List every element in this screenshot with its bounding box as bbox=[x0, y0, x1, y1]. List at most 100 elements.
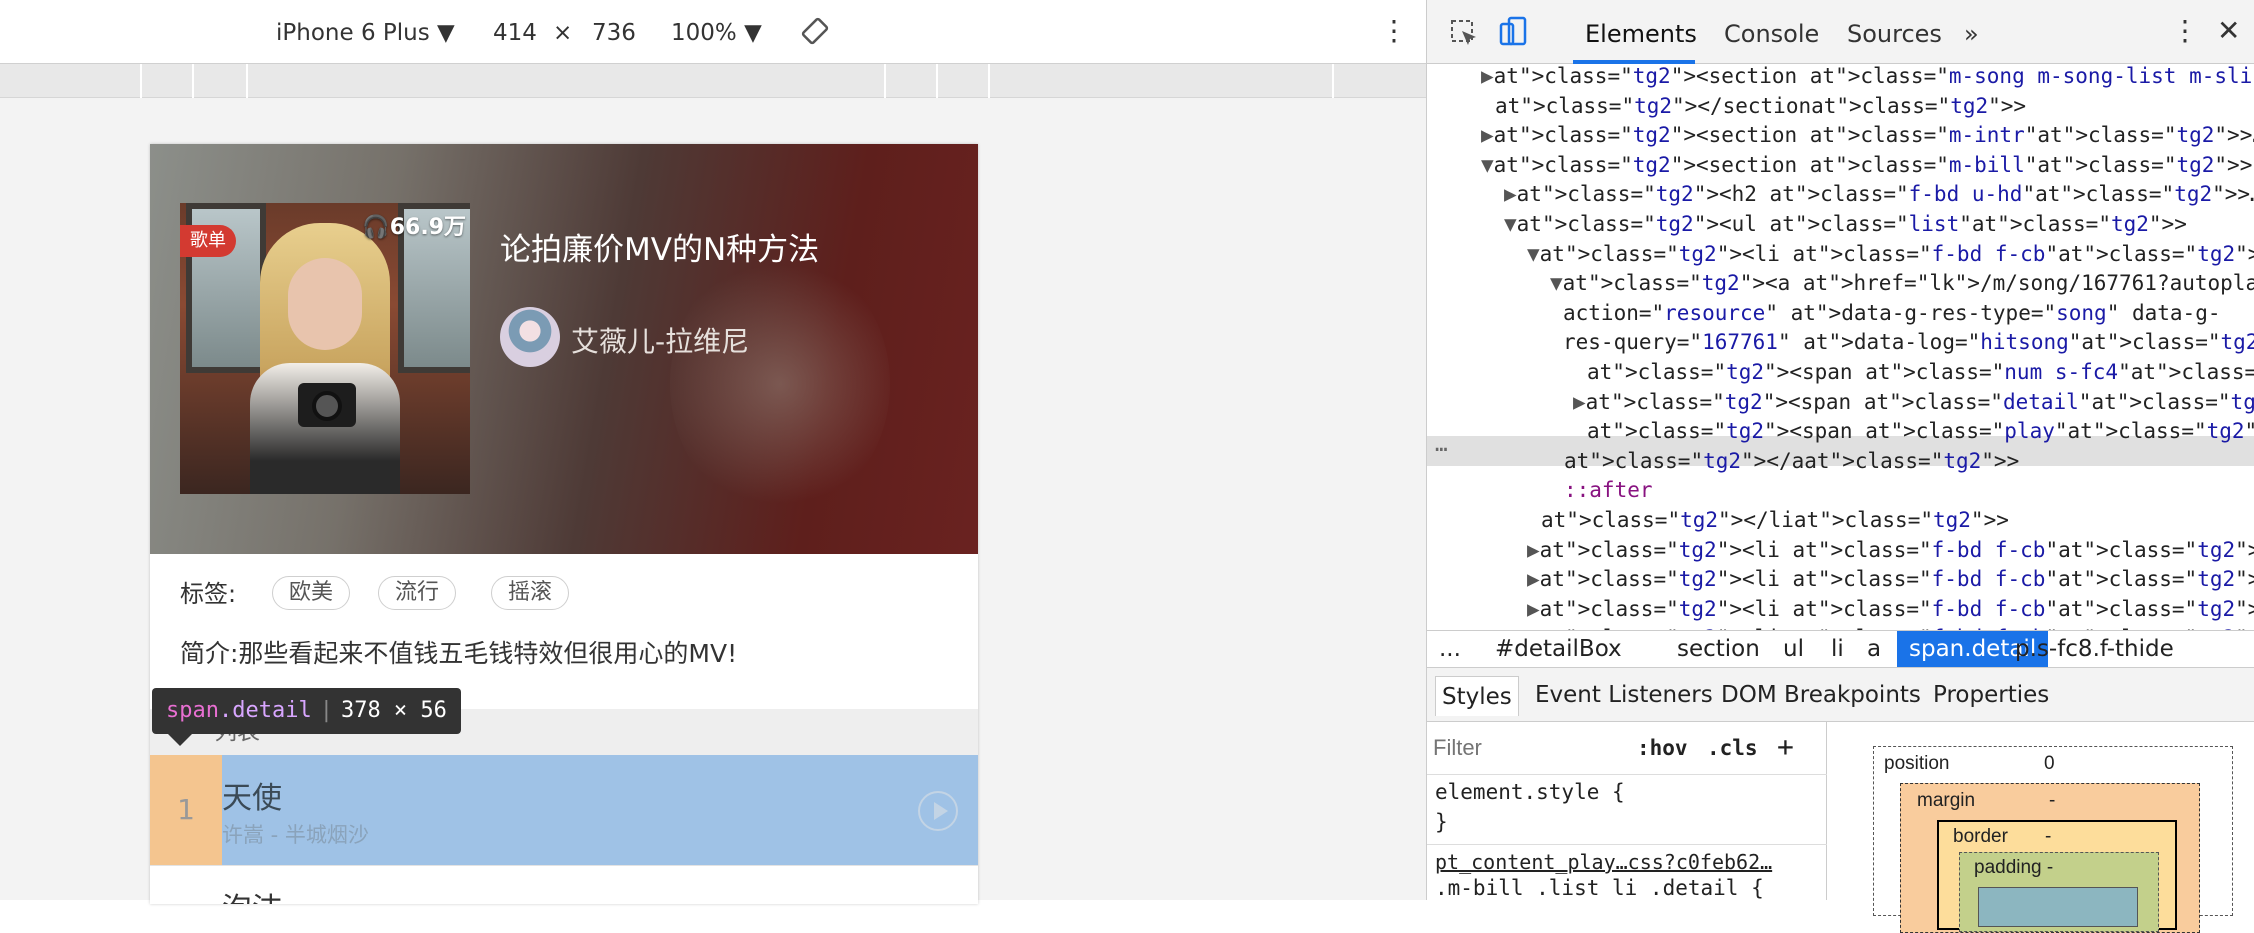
dom-node[interactable]: ▼at">class="tg2"><li at">class="f-bd f-c… bbox=[1527, 240, 2254, 270]
box-margin-label: margin bbox=[1917, 790, 1976, 811]
tooltip-size: 378 × 56 bbox=[340, 698, 447, 723]
breadcrumb-item[interactable]: a bbox=[1867, 631, 1881, 667]
play-count-value: 66.9万 bbox=[389, 215, 466, 240]
dom-node[interactable]: ▶at">class="tg2"><span at">class="detail… bbox=[1573, 388, 2254, 418]
dom-node[interactable]: res-query="167761" at">data-log="hitsong… bbox=[1563, 328, 2254, 358]
artist-avatar[interactable] bbox=[500, 307, 560, 367]
devtools-menu-icon[interactable]: ⋮ bbox=[2171, 14, 2199, 47]
expand-toggle-icon[interactable]: ▶ bbox=[1573, 390, 1586, 414]
song-row[interactable]: 泡沫 bbox=[150, 865, 978, 904]
height-field[interactable]: 736 bbox=[592, 20, 636, 46]
emulated-page: 歌单 🎧66.9万 论拍廉价MV的N种方法 艾薇儿-拉维尼 标签: 欧美 流行 … bbox=[150, 144, 978, 904]
zoom-select[interactable]: 100% ▼ bbox=[671, 20, 762, 46]
tooltip-separator: | bbox=[319, 698, 333, 723]
zoom-value: 100% bbox=[671, 20, 737, 46]
cls-toggle[interactable]: .cls bbox=[1707, 736, 1758, 760]
dom-node[interactable]: at">class="tg2"></aat">class="tg2">> bbox=[1564, 447, 2019, 477]
tag-chip[interactable]: 摇滚 bbox=[491, 576, 570, 610]
expand-toggle-icon[interactable]: ▶ bbox=[1527, 567, 1540, 591]
dom-tree: … ▶at">class="tg2"><section at">class="m… bbox=[1427, 64, 2254, 630]
song-artist-album: 许嵩 - 半城烟沙 bbox=[222, 823, 369, 847]
dom-node[interactable]: ▼at">class="tg2"><ul at">class="list"at"… bbox=[1504, 210, 2187, 240]
breadcrumb-more[interactable]: ... bbox=[1439, 631, 1461, 667]
expand-toggle-icon[interactable]: ▶ bbox=[1481, 123, 1494, 147]
devtools-toolbar: Elements Console Sources » ⋮ ✕ bbox=[1427, 0, 2254, 64]
dom-node[interactable]: at">class="tg2"></liat">class="tg2">> bbox=[1541, 506, 2009, 536]
expand-toggle-icon[interactable]: ▶ bbox=[1527, 597, 1540, 621]
dom-node[interactable]: ▶at">class="tg2"><li at">class="f-bd f-c… bbox=[1527, 595, 2254, 625]
tab-sources[interactable]: Sources bbox=[1847, 20, 1942, 48]
ellipsis-icon[interactable]: … bbox=[1435, 430, 1448, 460]
ruler-segment[interactable] bbox=[884, 64, 886, 98]
ruler-segment[interactable] bbox=[936, 64, 938, 98]
breadcrumb-item[interactable]: section bbox=[1677, 631, 1760, 667]
expand-toggle-icon[interactable]: ▼ bbox=[1550, 271, 1563, 295]
ruler-segment[interactable] bbox=[192, 64, 194, 98]
hov-toggle[interactable]: :hov bbox=[1637, 736, 1688, 760]
dom-node[interactable]: at">class="tg2"><span at">class="num s-f… bbox=[1587, 358, 2254, 388]
dom-node[interactable]: ▶at">class="tg2"><section at">class="m-i… bbox=[1481, 121, 2254, 151]
ruler-segment[interactable] bbox=[246, 64, 248, 98]
box-margin: margin - border - padding - bbox=[1900, 783, 2200, 933]
playlist-description: 简介:那些看起来不值钱五毛钱特效但很用心的MV! bbox=[180, 639, 738, 668]
stylesheet-link[interactable]: pt_content_play…css?c0feb62… bbox=[1435, 850, 1772, 874]
tab-styles[interactable]: Styles bbox=[1435, 676, 1519, 716]
breadcrumb-item[interactable]: li bbox=[1831, 631, 1844, 667]
expand-toggle-icon[interactable]: ▶ bbox=[1527, 538, 1540, 562]
dom-node[interactable]: ▶at">class="tg2"><h2 at">class="f-bd u-h… bbox=[1504, 180, 2254, 210]
dom-node[interactable]: ▼at">class="tg2"><a at">href="lk">/m/son… bbox=[1550, 269, 2254, 299]
breadcrumb-item[interactable]: p.s-fc8.f-thide bbox=[2015, 631, 2174, 667]
rotate-icon[interactable] bbox=[800, 16, 830, 52]
tab-dom-breakpoints[interactable]: DOM Breakpoints bbox=[1721, 682, 1921, 708]
device-more-icon[interactable]: ⋮ bbox=[1380, 14, 1408, 47]
tab-elements[interactable]: Elements bbox=[1585, 20, 1697, 48]
dom-node[interactable]: at">class="tg2"></sectionat">class="tg2"… bbox=[1495, 92, 2026, 122]
box-model: position 0 margin - border - padding - bbox=[1827, 722, 2254, 933]
media-query-ruler[interactable] bbox=[0, 64, 1426, 98]
playlist-cover[interactable]: 歌单 🎧66.9万 bbox=[180, 203, 470, 494]
expand-toggle-icon[interactable]: ▼ bbox=[1481, 153, 1494, 177]
devtools-panel: Elements Console Sources » ⋮ ✕ … ▶at">cl… bbox=[1426, 0, 2254, 933]
play-icon[interactable] bbox=[918, 791, 958, 831]
ruler-segment[interactable] bbox=[140, 64, 142, 98]
tab-console[interactable]: Console bbox=[1724, 20, 1819, 48]
box-padding: padding - bbox=[1959, 852, 2159, 932]
headphones-icon: 🎧 bbox=[362, 215, 390, 240]
css-rule-selector[interactable]: .m-bill .list li .detail { bbox=[1435, 876, 1764, 900]
box-position-value: 0 bbox=[2044, 753, 2055, 774]
tab-properties[interactable]: Properties bbox=[1933, 682, 2049, 708]
dom-node[interactable]: ▶at">class="tg2"><li at">class="f-bd f-c… bbox=[1527, 565, 2254, 595]
device-toggle-icon[interactable] bbox=[1499, 16, 1529, 54]
expand-toggle-icon[interactable]: ▶ bbox=[1504, 182, 1517, 206]
new-rule-icon[interactable]: + bbox=[1777, 730, 1794, 763]
element-style-selector[interactable]: element.style { bbox=[1435, 780, 1625, 804]
dom-node[interactable]: ::after bbox=[1564, 476, 1653, 506]
dom-node[interactable]: ▶at">class="tg2"><li at">class="f-bd f-c… bbox=[1527, 536, 2254, 566]
box-border-label: border bbox=[1953, 826, 2008, 847]
close-devtools-icon[interactable]: ✕ bbox=[2217, 14, 2240, 47]
expand-toggle-icon[interactable]: ▼ bbox=[1504, 212, 1517, 236]
dom-node[interactable]: ▶at">class="tg2"><section at">class="m-s… bbox=[1481, 64, 2254, 92]
element-style-close: } bbox=[1435, 810, 1448, 834]
inspect-element-icon[interactable] bbox=[1449, 18, 1479, 54]
song-row-highlighted[interactable]: 1 天使 许嵩 - 半城烟沙 bbox=[150, 755, 978, 865]
expand-toggle-icon[interactable]: ▶ bbox=[1481, 64, 1494, 88]
styles-filter-input[interactable] bbox=[1433, 730, 1603, 766]
artist-name[interactable]: 艾薇儿-拉维尼 bbox=[571, 320, 749, 360]
breadcrumb-item[interactable]: #detailBox bbox=[1495, 631, 1622, 667]
more-tabs-icon[interactable]: » bbox=[1964, 20, 1979, 48]
styles-pane: :hov .cls + element.style { } pt_content… bbox=[1427, 722, 1827, 900]
dom-node[interactable]: at">class="tg2"><span at">class="play"at… bbox=[1587, 417, 2254, 447]
dom-node[interactable]: ▼at">class="tg2"><section at">class="m-b… bbox=[1481, 151, 2252, 181]
tag-chip[interactable]: 欧美 bbox=[272, 576, 351, 610]
tag-chip[interactable]: 流行 bbox=[378, 576, 457, 610]
width-field[interactable]: 414 bbox=[493, 20, 537, 46]
ruler-segment[interactable] bbox=[1332, 64, 1334, 98]
tab-event-listeners[interactable]: Event Listeners bbox=[1535, 682, 1713, 708]
breadcrumb-item[interactable]: ul bbox=[1783, 631, 1804, 667]
ruler-segment[interactable] bbox=[988, 64, 990, 98]
song-name: 天使 bbox=[222, 781, 282, 816]
expand-toggle-icon[interactable]: ▼ bbox=[1527, 242, 1540, 266]
device-select[interactable]: iPhone 6 Plus ▼ bbox=[276, 20, 455, 46]
dom-node[interactable]: action="resource" at">data-g-res-type="s… bbox=[1563, 299, 2221, 329]
